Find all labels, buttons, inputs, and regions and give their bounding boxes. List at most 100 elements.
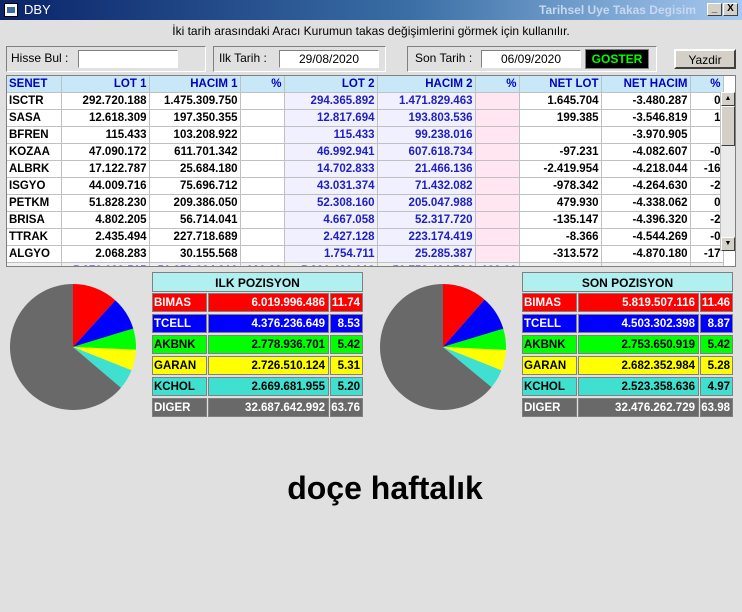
position-row: TCELL 4.503.302.398 8.87 [522,314,733,334]
column-header[interactable]: % [690,76,724,93]
column-header[interactable]: % [240,76,285,93]
son-pozisyon-table: SON POZISYON BIMAS 5.819.507.116 11.46 TCEL… [522,272,733,418]
value-cell: -2 [690,211,724,229]
position-name: GARAN [522,356,577,375]
position-name: BIMAS [152,293,207,312]
table-row[interactable]: SASA 12.618.309 197.350.355 12.817.694 193.8… [7,109,724,127]
senet-cell: ISGYO [7,177,62,195]
position-row: DIGER 32.687.642.992 63.76 [152,398,363,418]
column-header[interactable]: SENET [7,76,62,93]
scroll-thumb[interactable] [721,106,735,146]
senet-cell: BRISA [7,211,62,229]
value-cell [519,126,602,144]
value-cell: 0 [690,92,724,110]
value-cell: 47.090.172 [61,143,150,161]
table-row[interactable]: BRISA 4.802.205 56.714.041 4.667.058 52.317.… [7,211,724,229]
table-row[interactable]: ISCTR 292.720.188 1.475.309.750 294.365.892… [7,92,724,110]
position-name: BIMAS [522,293,577,312]
position-pct: 4.97 [700,377,733,396]
value-cell [240,126,285,144]
column-header[interactable]: LOT 2 [284,76,378,93]
value-cell: 1.475.309.750 [149,92,241,110]
value-cell: 103.208.922 [149,126,241,144]
value-cell: 1.754.711 [284,245,378,263]
position-value: 4.503.302.398 [578,314,699,333]
son-tarih-label: Son Tarih : [415,51,473,65]
scroll-up-arrow-icon[interactable]: ▲ [721,92,735,106]
position-name: AKBNK [152,335,207,354]
value-cell: 25.684.180 [149,160,241,178]
column-header[interactable]: NET HACIM [601,76,691,93]
position-value: 2.753.650.919 [578,335,699,354]
value-cell: 292.720.188 [61,92,150,110]
senet-cell: ISCTR [7,92,62,110]
position-pct: 5.42 [330,335,363,354]
senet-cell: ALGYO [7,245,62,263]
table-row[interactable]: BFREN 115.433 103.208.922 115.433 99.238.016… [7,126,724,144]
value-cell: 12.817.694 [284,109,378,127]
column-header[interactable]: LOT 1 [61,76,150,93]
title-bar[interactable]: DBY Tarihsel Uye Takas Degisim _ X [0,0,742,20]
value-cell: 75.696.712 [149,177,241,195]
value-cell: 479.930 [519,194,602,212]
position-value: 4.376.236.649 [208,314,329,333]
yazdir-button[interactable]: Yazdir [674,49,736,69]
grid-scrollbar[interactable]: ▲ ▼ [720,92,735,251]
app-window: DBY Tarihsel Uye Takas Degisim _ X İki t… [0,0,742,612]
value-cell: -0 [690,143,724,161]
table-row[interactable]: TTRAK 2.435.494 227.718.689 2.427.128 223.17… [7,228,724,246]
position-pct: 11.74 [330,293,363,312]
position-name: KCHOL [522,377,577,396]
ilk-tarih-field[interactable]: 29/08/2020 [279,50,379,68]
value-cell: -8.366 [519,228,602,246]
position-pct: 63.98 [700,398,733,417]
close-button[interactable]: X [723,3,738,16]
value-cell [240,245,285,263]
position-name: TCELL [522,314,577,333]
value-cell: -4.082.607 [601,143,691,161]
total-cell [519,262,602,266]
goster-button[interactable]: GOSTER [585,49,649,69]
value-cell: 115.433 [61,126,150,144]
value-cell: 611.701.342 [149,143,241,161]
position-row: AKBNK 2.753.650.919 5.42 [522,335,733,355]
total-cell [690,262,724,266]
hisse-search-input[interactable] [78,50,178,68]
value-cell: 52.308.160 [284,194,378,212]
total-cell: 100,00 [475,262,520,266]
son-tarih-field[interactable]: 06/09/2020 [481,50,581,68]
position-value: 2.523.358.636 [578,377,699,396]
column-header[interactable]: HACIM 2 [377,76,476,93]
column-header[interactable]: NET LOT [519,76,602,93]
table-row[interactable]: KOZAA 47.090.172 611.701.342 46.992.941 607.… [7,143,724,161]
position-row: TCELL 4.376.236.649 8.53 [152,314,363,334]
column-header[interactable]: HACIM 1 [149,76,241,93]
table-row[interactable]: PETKM 51.828.230 209.386.050 52.308.160 205.… [7,194,724,212]
position-row: GARAN 2.682.352.984 5.28 [522,356,733,376]
value-cell: 30.155.568 [149,245,241,263]
minimize-button[interactable]: _ [707,3,722,16]
son-pozisyon-title: SON POZISYON [522,272,733,292]
value-cell: -4.218.044 [601,160,691,178]
value-cell [240,228,285,246]
position-row: DIGER 32.476.262.729 63.98 [522,398,733,418]
table-row[interactable]: ALGYO 2.068.283 30.155.568 1.754.711 25.285.… [7,245,724,263]
column-header[interactable]: % [475,76,520,93]
value-cell [475,109,520,127]
value-cell: 1.645.704 [519,92,602,110]
value-cell [475,228,520,246]
value-cell: 193.803.536 [377,109,476,127]
scroll-down-arrow-icon[interactable]: ▼ [721,237,735,251]
position-name: GARAN [152,356,207,375]
table-row[interactable]: ALBRK 17.122.787 25.684.180 14.702.833 21.46… [7,160,724,178]
value-cell: -97.231 [519,143,602,161]
total-cell [7,262,62,266]
value-cell: 227.718.689 [149,228,241,246]
value-cell: 17.122.787 [61,160,150,178]
value-cell: 56.714.041 [149,211,241,229]
table-row[interactable]: ISGYO 44.009.716 75.696.712 43.031.374 71.43… [7,177,724,195]
position-name: TCELL [152,314,207,333]
value-cell: -978.342 [519,177,602,195]
value-cell: -2 [690,177,724,195]
value-cell: 12.618.309 [61,109,150,127]
